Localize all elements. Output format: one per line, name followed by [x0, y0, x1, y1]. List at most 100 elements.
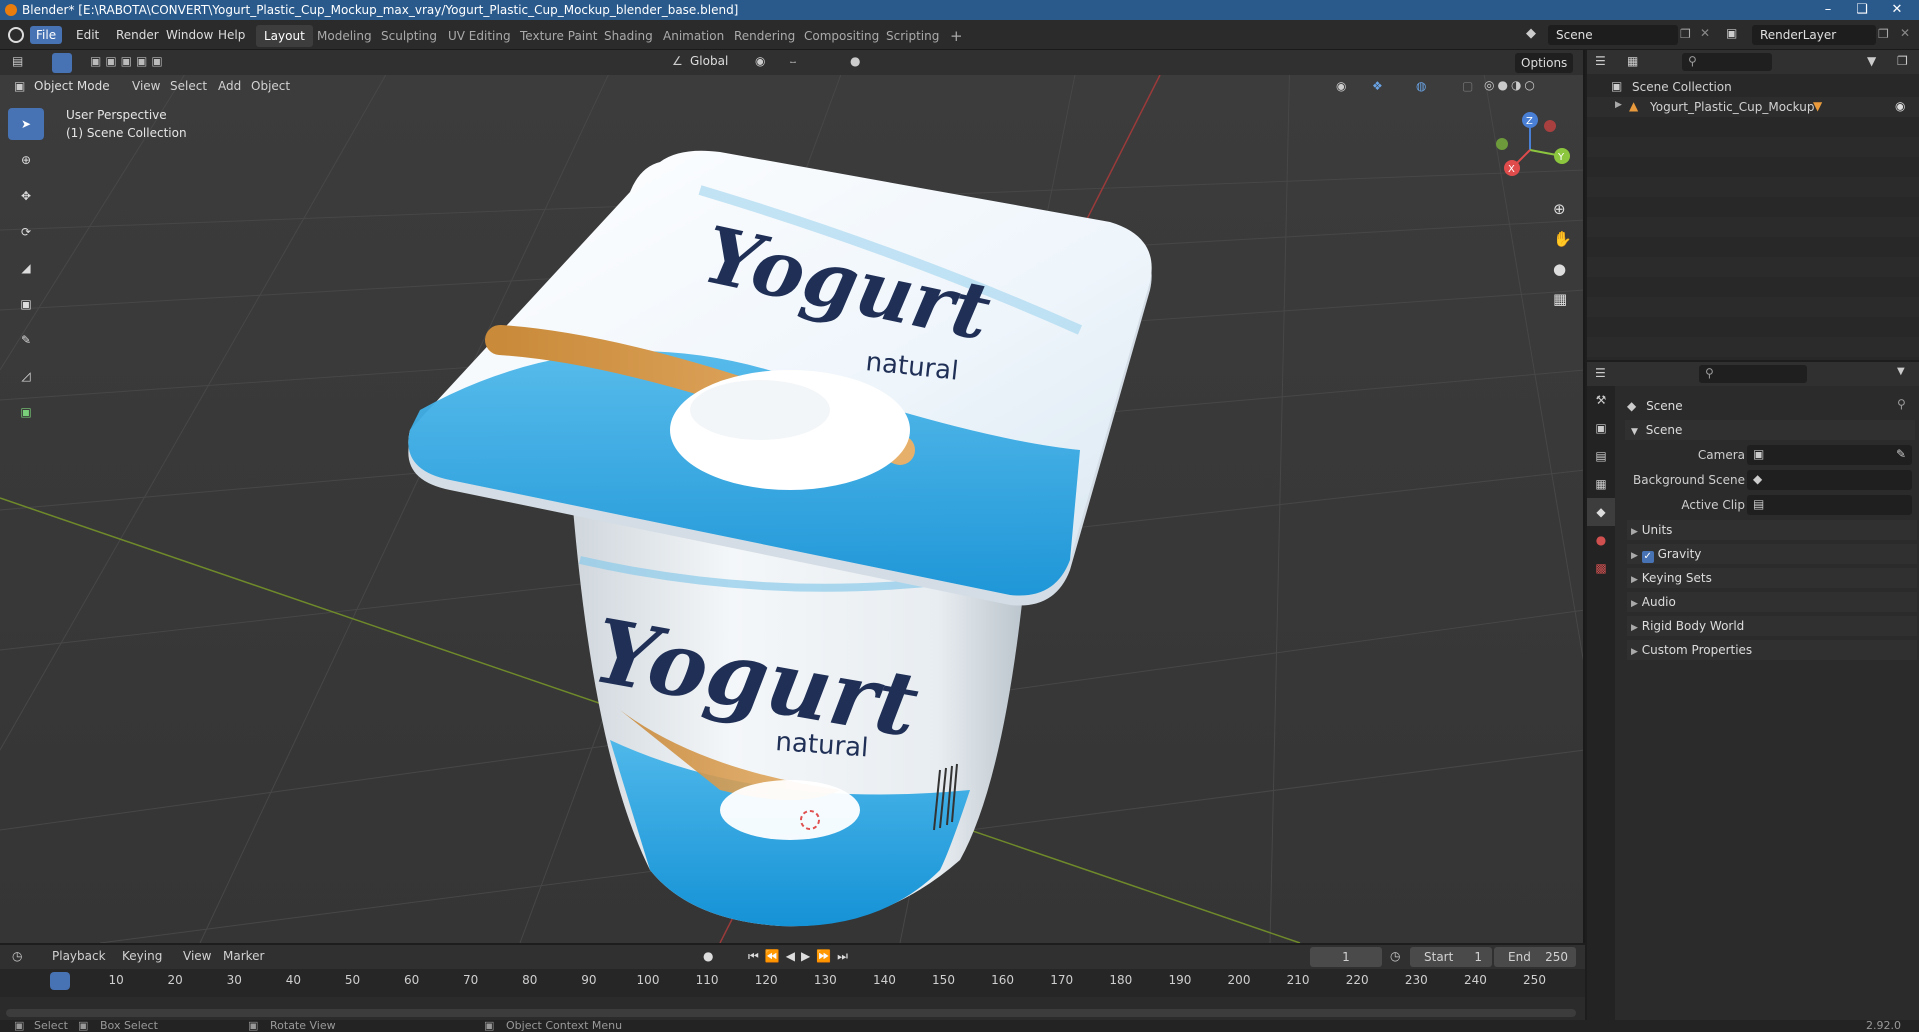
annotate-tool[interactable]: ✎ — [8, 324, 44, 356]
properties-search-input[interactable]: ⚲ — [1699, 365, 1807, 383]
viewport-menu-select[interactable]: Select — [170, 79, 207, 93]
properties-editor-icon[interactable]: ☰ — [1595, 366, 1606, 380]
orientation-icon[interactable]: ∠ — [672, 54, 683, 68]
editor-type-icon[interactable]: ▤ — [12, 54, 23, 68]
yogurt-cup-model[interactable]: Yogurt natural Yogurt natural — [0, 50, 1585, 943]
tab-scripting[interactable]: Scripting — [878, 25, 947, 47]
3d-viewport[interactable]: Yogurt natural Yogurt natural ▤ ▣▣▣▣▣ ∠ … — [0, 50, 1585, 943]
zoom-icon[interactable]: ⊕ — [1553, 200, 1566, 218]
viewport-menu-add[interactable]: Add — [218, 79, 241, 93]
display-mode-icon[interactable]: ▦ — [1627, 54, 1638, 68]
scale-tool[interactable]: ◢ — [8, 252, 44, 284]
visibility-icon[interactable]: ◉ — [1336, 79, 1346, 93]
proportional-icon[interactable]: ● — [850, 54, 860, 68]
maximize-button[interactable]: ❑ — [1847, 0, 1877, 20]
panel-units[interactable]: ▶ Units — [1627, 520, 1917, 540]
move-tool[interactable]: ✥ — [8, 180, 44, 212]
new-layer-icon[interactable]: ❐ — [1878, 27, 1889, 41]
panel-audio[interactable]: ▶ Audio — [1627, 592, 1917, 612]
options-dropdown[interactable]: Options — [1515, 53, 1574, 73]
record-icon[interactable]: ● — [703, 949, 713, 963]
tab-sculpting[interactable]: Sculpting — [373, 25, 445, 47]
transform-tool[interactable]: ▣ — [8, 288, 44, 320]
overlay-icon[interactable]: ◍ — [1416, 79, 1426, 93]
outliner-row-scene-collection[interactable]: ▣ Scene Collection — [1587, 77, 1919, 97]
tab-texture-paint[interactable]: Texture Paint — [512, 25, 605, 47]
panel-rigid-body-world[interactable]: ▶ Rigid Body World — [1627, 616, 1917, 636]
blender-menu-icon[interactable] — [8, 27, 24, 43]
navigation-gizmo[interactable]: Z Y X — [1490, 110, 1570, 190]
menu-render[interactable]: Render — [110, 26, 165, 44]
camera-field[interactable]: ▣ ✎ — [1747, 445, 1912, 465]
object-mode-icon[interactable]: ▣ — [14, 79, 25, 93]
world-tab-icon[interactable]: ● — [1587, 526, 1615, 554]
timeline-menu-view[interactable]: View — [183, 949, 211, 963]
panel-gravity[interactable]: ▶ ✓ Gravity — [1627, 544, 1917, 564]
playback-controls[interactable]: ⏮⏪◀▶⏩⏭ — [748, 949, 854, 964]
tab-modeling[interactable]: Modeling — [309, 25, 380, 47]
menu-file[interactable]: File — [30, 26, 63, 44]
scene-selector-icon[interactable]: ◆ — [1526, 26, 1544, 44]
xray-icon[interactable]: ▢ — [1462, 79, 1473, 93]
timeline-menu-playback[interactable]: Playback — [52, 949, 106, 963]
pivot-icon[interactable]: ◉ — [755, 54, 765, 68]
add-workspace-button[interactable]: + — [942, 25, 971, 47]
tab-shading[interactable]: Shading — [596, 25, 661, 47]
viewport-menu-view[interactable]: View — [132, 79, 160, 93]
outliner-row-object[interactable]: ▶ ▲ Yogurt_Plastic_Cup_Mockup ▼ ◉ — [1587, 97, 1919, 117]
expand-arrow-icon[interactable]: ▶ — [1615, 100, 1622, 110]
add-cube-tool[interactable]: ▣ — [8, 396, 44, 428]
snap-icon[interactable]: ⧿ — [790, 54, 796, 69]
view-layer-tab-icon[interactable]: ▦ — [1587, 470, 1615, 498]
scene-section-header[interactable]: ▼ Scene — [1625, 420, 1915, 440]
mode-selector[interactable]: Object Mode — [34, 79, 110, 93]
view-layer-icon[interactable]: ▣ — [1726, 26, 1737, 40]
camera-view-icon[interactable]: ● — [1553, 260, 1566, 278]
new-scene-icon[interactable]: ❐ — [1680, 27, 1691, 41]
timeline-scrollbar[interactable] — [6, 1009, 1576, 1017]
delete-scene-icon[interactable]: ✕ — [1700, 26, 1710, 40]
cursor-tool[interactable]: ⊕ — [8, 144, 44, 176]
scene-tab-icon[interactable]: ◆ — [1587, 498, 1615, 526]
outliner-search-input[interactable]: ⚲ — [1682, 53, 1772, 71]
menu-help[interactable]: Help — [212, 26, 251, 44]
transform-orientation[interactable]: Global — [690, 54, 728, 68]
gravity-checkbox[interactable]: ✓ — [1641, 551, 1654, 563]
minimize-button[interactable]: – — [1813, 0, 1843, 20]
current-frame-field[interactable]: 1 — [1310, 947, 1382, 967]
shading-mode-icons[interactable]: ◎●◑○ — [1484, 78, 1538, 92]
gizmo-toggle-icon[interactable]: ❖ — [1372, 79, 1383, 93]
menu-edit[interactable]: Edit — [70, 26, 105, 44]
playhead[interactable] — [50, 972, 70, 990]
selection-mode-icons[interactable]: ▣▣▣▣▣ — [90, 54, 167, 68]
delete-layer-icon[interactable]: ✕ — [1900, 26, 1910, 40]
texture-tab-icon[interactable]: ▩ — [1587, 554, 1615, 582]
close-button[interactable]: ✕ — [1882, 0, 1912, 20]
pin-icon[interactable]: ⚲ — [1897, 397, 1906, 411]
outliner-editor-icon[interactable]: ☰ — [1595, 54, 1606, 68]
tab-compositing[interactable]: Compositing — [796, 25, 887, 47]
tab-layout[interactable]: Layout — [256, 25, 313, 47]
viewport-menu-object[interactable]: Object — [251, 79, 290, 93]
select-mode-icon[interactable] — [52, 53, 72, 73]
timeline-menu-keying[interactable]: Keying — [122, 949, 162, 963]
measure-tool[interactable]: ◿ — [8, 360, 44, 392]
tab-animation[interactable]: Animation — [655, 25, 732, 47]
filter-icon[interactable]: ▼ — [1867, 54, 1876, 68]
background-scene-field[interactable]: ◆ — [1747, 470, 1912, 490]
renderlayer-field[interactable]: RenderLayer — [1752, 25, 1876, 45]
end-frame-field[interactable]: End 250 — [1494, 947, 1576, 967]
active-clip-field[interactable]: ▤ — [1747, 495, 1912, 515]
properties-options-icon[interactable]: ▼ — [1897, 366, 1905, 377]
eye-visibility-icon[interactable]: ◉ — [1895, 99, 1905, 113]
select-box-tool[interactable]: ➤ — [8, 108, 44, 140]
menu-window[interactable]: Window — [160, 26, 219, 44]
pan-hand-icon[interactable]: ✋ — [1553, 230, 1572, 248]
timeline-menu-marker[interactable]: Marker — [223, 949, 264, 963]
panel-custom-properties[interactable]: ▶ Custom Properties — [1627, 640, 1917, 660]
panel-keying-sets[interactable]: ▶ Keying Sets — [1627, 568, 1917, 588]
rotate-tool[interactable]: ⟳ — [8, 216, 44, 248]
output-tab-icon[interactable]: ▤ — [1587, 442, 1615, 470]
ortho-toggle-icon[interactable]: ▦ — [1553, 290, 1567, 308]
new-collection-icon[interactable]: ❐ — [1897, 54, 1908, 68]
